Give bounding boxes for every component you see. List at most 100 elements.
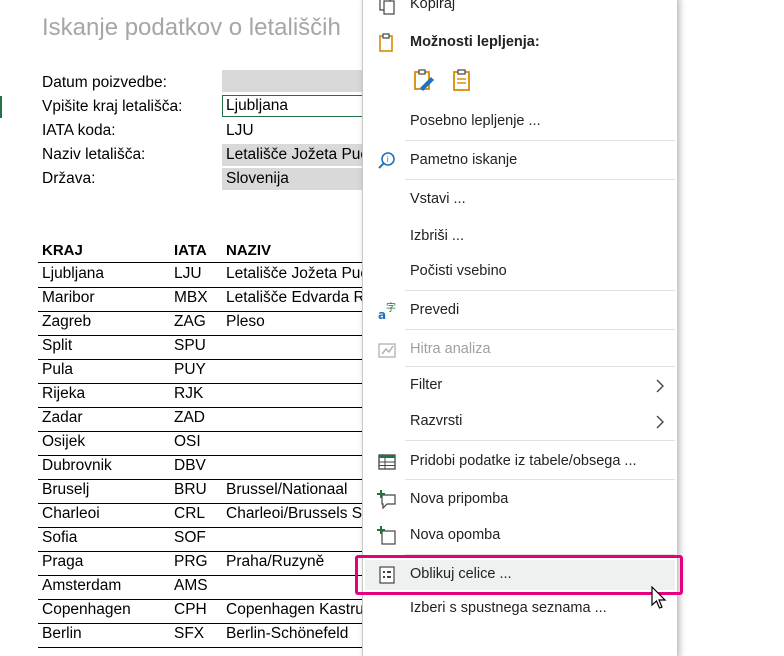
table-row[interactable]: Split SPU xyxy=(38,335,364,360)
table-row[interactable]: LjubljanaLJULetališče Jožeta Pučnik xyxy=(38,263,366,288)
cell-iata[interactable]: SPU xyxy=(174,337,222,355)
cell-city[interactable]: Berlin xyxy=(42,625,172,643)
mouse-cursor-icon xyxy=(651,585,669,612)
menu-item-get-data[interactable]: Pridobi podatke iz tabele/obsega ... xyxy=(363,447,677,477)
field-cell-airport-name[interactable]: Letališče Jožeta Puč xyxy=(222,144,362,166)
field-label-date: Datum poizvedbe: xyxy=(42,74,167,91)
cell-iata[interactable]: MBX xyxy=(174,289,222,307)
menu-item-copy[interactable]: Kopiraj xyxy=(363,0,677,20)
translate-icon: a字 xyxy=(377,301,397,322)
table-row[interactable]: Pula PUY xyxy=(38,359,364,384)
table-row[interactable]: Praga PRG Praha/Ruzyně xyxy=(38,551,364,576)
cell-city[interactable]: Osijek xyxy=(42,433,172,451)
field-cell-iata[interactable]: LJU xyxy=(222,120,362,142)
smart-lookup-icon: i xyxy=(377,151,397,171)
menu-item-insert[interactable]: Vstavi ... xyxy=(363,185,677,215)
cell-iata[interactable]: PRG xyxy=(174,553,222,571)
cell-iata[interactable]: PUY xyxy=(174,361,222,379)
table-header-name: NAZIV xyxy=(226,242,271,259)
table-row[interactable]: Rijeka RJK xyxy=(38,383,364,408)
cell-iata[interactable]: DBV xyxy=(174,457,222,475)
table-row[interactable]: Berlin SFX Berlin-Schönefeld xyxy=(38,623,364,648)
cell-iata[interactable]: ZAG xyxy=(174,313,222,331)
cell-iata[interactable]: AMS xyxy=(174,577,222,595)
menu-label-clear-contents: Počisti vsebino xyxy=(410,263,507,279)
cell-iata[interactable]: ZAD xyxy=(174,409,222,427)
cell-city[interactable]: Split xyxy=(42,337,172,355)
menu-item-new-comment[interactable]: Nova pripomba xyxy=(363,485,677,515)
svg-text:字: 字 xyxy=(386,301,396,314)
menu-item-pick-from-list[interactable]: Izberi s spustnega seznama ... xyxy=(363,594,677,624)
menu-label-new-note: Nova opomba xyxy=(410,527,501,543)
sheet-title: Iskanje podatkov o letališčih xyxy=(42,14,341,41)
table-header-city: KRAJ xyxy=(42,242,83,259)
cell-name[interactable]: Pleso xyxy=(226,313,366,331)
menu-item-translate[interactable]: a字 Prevedi xyxy=(363,296,677,326)
quick-analysis-icon xyxy=(377,340,397,360)
cell-city[interactable]: Charleoi xyxy=(42,505,172,523)
cell-city[interactable]: Bruselj xyxy=(42,481,172,499)
table-row[interactable]: Sofia SOF xyxy=(38,527,364,552)
cell-name[interactable]: Praha/Ruzyně xyxy=(226,553,366,571)
cell-iata[interactable]: CPH xyxy=(174,601,222,619)
cell-iata[interactable]: OSI xyxy=(174,433,222,451)
cell-name[interactable]: Letališče Jožeta Pučnik xyxy=(226,265,366,283)
table-row[interactable]: Amsterdam AMS xyxy=(38,575,364,600)
cell-name[interactable]: Charleoi/Brussels South xyxy=(226,505,366,523)
cell-name[interactable]: Brussel/Nationaal xyxy=(226,481,366,499)
menu-item-new-note[interactable]: Nova opomba xyxy=(363,521,677,551)
menu-item-smart-lookup[interactable]: i Pametno iskanje xyxy=(363,146,677,176)
cell-name[interactable]: Letališče Edvarda Rusjan xyxy=(226,289,366,307)
cell-name[interactable]: Berlin-Schönefeld xyxy=(226,625,366,643)
field-cell-city[interactable]: Ljubljana xyxy=(222,95,362,117)
table-row[interactable]: Osijek OSI xyxy=(38,431,364,456)
table-row[interactable]: CharleoiCRLCharleoi/Brussels South xyxy=(38,503,366,528)
cell-city[interactable]: Amsterdam xyxy=(42,577,172,595)
menu-item-clear-contents[interactable]: Počisti vsebino xyxy=(363,257,677,287)
cell-iata[interactable]: RJK xyxy=(174,385,222,403)
menu-label-paste-special: Posebno lepljenje ... xyxy=(410,113,541,129)
table-row[interactable]: Zadar ZAD xyxy=(38,407,364,432)
menu-label-filter: Filter xyxy=(410,377,443,393)
menu-item-filter[interactable]: Filter xyxy=(363,371,677,401)
cell-city[interactable]: Dubrovnik xyxy=(42,457,172,475)
svg-text:a: a xyxy=(378,308,386,321)
table-row[interactable]: Copenhagen CPH Copenhagen Kastrup xyxy=(38,599,366,624)
field-cell-date[interactable] xyxy=(222,70,362,92)
cell-city[interactable]: Zagreb xyxy=(42,313,172,331)
table-row[interactable]: Bruselj BRU Brussel/Nationaal xyxy=(38,479,364,504)
field-cell-country[interactable]: Slovenija xyxy=(222,168,362,190)
menu-label-translate: Prevedi xyxy=(410,302,460,318)
copy-icon xyxy=(377,0,397,15)
menu-item-paste-special[interactable]: Posebno lepljenje ... xyxy=(363,107,677,137)
cell-city[interactable]: Ljubljana xyxy=(42,265,172,283)
menu-label-quick-analysis: Hitra analiza xyxy=(410,341,491,357)
cell-iata[interactable]: SFX xyxy=(174,625,222,643)
table-row[interactable]: Dubrovnik DBV xyxy=(38,455,364,480)
cell-city[interactable]: Maribor xyxy=(42,289,172,307)
cell-iata[interactable]: LJU xyxy=(174,265,222,283)
chevron-right-icon xyxy=(655,378,665,394)
paste-icon[interactable] xyxy=(449,68,475,94)
menu-item-sort[interactable]: Razvrsti xyxy=(363,407,677,437)
menu-item-paste-options: Možnosti lepljenja: xyxy=(363,28,677,58)
cell-city[interactable]: Copenhagen xyxy=(42,601,172,619)
cell-city[interactable]: Pula xyxy=(42,361,172,379)
cell-iata[interactable]: SOF xyxy=(174,529,222,547)
menu-item-delete[interactable]: Izbriši ... xyxy=(363,222,677,252)
field-label-iata: IATA koda: xyxy=(42,122,116,139)
menu-label-paste-options: Možnosti lepljenja: xyxy=(410,34,540,50)
menu-label-pick-from-list: Izberi s spustnega seznama ... xyxy=(410,600,607,616)
paste-format-icon[interactable] xyxy=(411,68,437,94)
cell-name[interactable]: Copenhagen Kastrup xyxy=(226,601,366,619)
table-row[interactable]: Zagreb ZAG Pleso xyxy=(38,311,364,336)
cell-city[interactable]: Sofia xyxy=(42,529,172,547)
menu-label-delete: Izbriši ... xyxy=(410,228,464,244)
cell-iata[interactable]: CRL xyxy=(174,505,222,523)
cell-city[interactable]: Praga xyxy=(42,553,172,571)
cell-city[interactable]: Zadar xyxy=(42,409,172,427)
cell-iata[interactable]: BRU xyxy=(174,481,222,499)
svg-text:i: i xyxy=(387,155,389,164)
table-row[interactable]: MariborMBXLetališče Edvarda Rusjan xyxy=(38,287,366,312)
cell-city[interactable]: Rijeka xyxy=(42,385,172,403)
